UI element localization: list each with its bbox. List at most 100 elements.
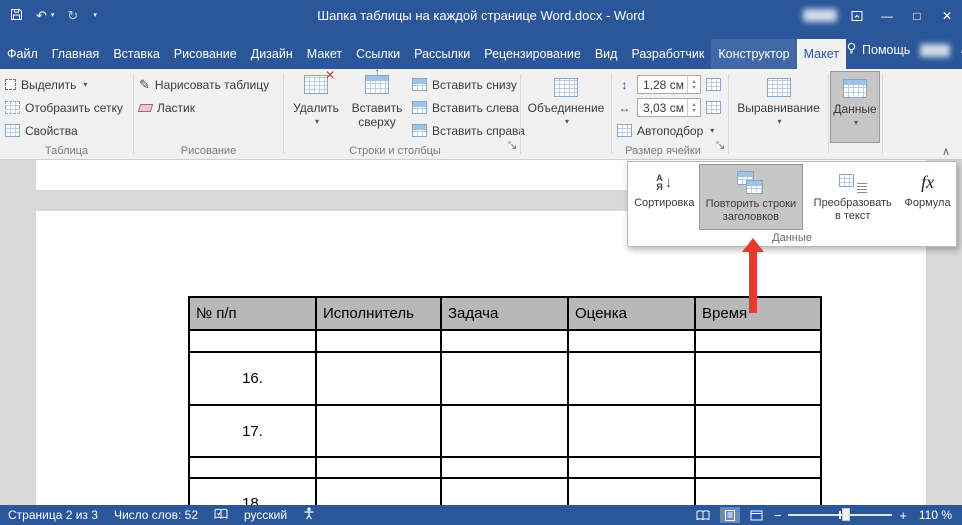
insert-above-button[interactable]: ↑ Вставить сверху: [346, 71, 408, 129]
view-gridlines-button[interactable]: Отобразить сетку: [5, 97, 123, 118]
table-row[interactable]: 18.: [189, 478, 821, 505]
table-cell[interactable]: [189, 330, 316, 352]
autofit-button[interactable]: Автоподбор ▾: [617, 120, 714, 141]
draw-table-button[interactable]: ✎ Нарисовать таблицу: [139, 74, 269, 95]
header-cell[interactable]: Исполнитель: [316, 297, 441, 330]
word-count[interactable]: Число слов: 52: [114, 508, 198, 522]
table-cell[interactable]: [316, 478, 441, 505]
row-number-cell[interactable]: 17.: [189, 405, 316, 457]
tab-layout[interactable]: Макет: [300, 39, 349, 69]
dialog-launcher-icon[interactable]: [508, 137, 517, 155]
document-table[interactable]: № п/п Исполнитель Задача Оценка Время 16…: [188, 296, 822, 505]
tab-home[interactable]: Главная: [45, 39, 107, 69]
header-cell[interactable]: Задача: [441, 297, 568, 330]
tab-draw[interactable]: Рисование: [167, 39, 244, 69]
redo-icon[interactable]: ↻: [67, 9, 78, 22]
table-cell[interactable]: [568, 405, 695, 457]
collapse-ribbon-icon[interactable]: ∧: [942, 145, 950, 158]
insert-left-button[interactable]: Вставить слева: [412, 97, 519, 118]
header-cell[interactable]: Время: [695, 297, 821, 330]
distribute-columns-icon[interactable]: [706, 101, 721, 114]
delete-button[interactable]: ✕ Удалить ▾: [288, 71, 344, 129]
close-button[interactable]: ✕: [932, 0, 962, 31]
table-cell[interactable]: [316, 405, 441, 457]
table-cell[interactable]: [441, 478, 568, 505]
merge-button[interactable]: Объединение ▾: [526, 71, 606, 129]
tab-references[interactable]: Ссылки: [349, 39, 407, 69]
header-cell[interactable]: Оценка: [568, 297, 695, 330]
tab-review[interactable]: Рецензирование: [477, 39, 588, 69]
sort-button[interactable]: АЯ ↓ Сортировка: [633, 164, 696, 230]
customize-qat-icon[interactable]: ▾: [93, 12, 97, 19]
print-layout-icon[interactable]: [720, 507, 740, 523]
read-mode-icon[interactable]: [693, 507, 713, 523]
table-cell[interactable]: [695, 478, 821, 505]
maximize-button[interactable]: □: [902, 0, 932, 31]
table-cell[interactable]: [695, 330, 821, 352]
table-row[interactable]: 17.: [189, 405, 821, 457]
repeat-header-rows-button[interactable]: Повторить строки заголовков: [699, 164, 804, 230]
table-row[interactable]: [189, 330, 821, 352]
table-cell[interactable]: [189, 457, 316, 478]
row-number-cell[interactable]: 18.: [189, 478, 316, 505]
help-button[interactable]: Помощь: [846, 42, 910, 58]
table-cell[interactable]: [695, 405, 821, 457]
tab-design[interactable]: Дизайн: [244, 39, 300, 69]
web-layout-icon[interactable]: [747, 507, 767, 523]
table-cell[interactable]: [568, 457, 695, 478]
minimize-button[interactable]: —: [872, 0, 902, 31]
zoom-level[interactable]: 110 %: [914, 508, 952, 522]
table-cell[interactable]: [695, 457, 821, 478]
tab-insert[interactable]: Вставка: [106, 39, 166, 69]
zoom-slider[interactable]: [788, 514, 892, 516]
table-cell[interactable]: [441, 352, 568, 405]
properties-button[interactable]: Свойства: [5, 120, 78, 141]
table-cell[interactable]: [441, 405, 568, 457]
column-width-input[interactable]: 3,03 см ▴▾: [637, 98, 701, 117]
spinner-arrows[interactable]: ▴▾: [687, 99, 700, 116]
data-button[interactable]: Данные ▾: [830, 71, 880, 143]
insert-below-button[interactable]: Вставить снизу: [412, 74, 517, 95]
table-cell[interactable]: [316, 352, 441, 405]
row-height-input[interactable]: 1,28 см ▴▾: [637, 75, 701, 94]
table-row[interactable]: [189, 457, 821, 478]
tab-file[interactable]: Файл: [0, 39, 45, 69]
row-height-control: ↕ 1,28 см ▴▾: [617, 74, 721, 95]
page-indicator[interactable]: Страница 2 из 3: [8, 508, 98, 522]
tab-view[interactable]: Вид: [588, 39, 625, 69]
dialog-launcher-icon[interactable]: [716, 137, 725, 155]
zoom-out-button[interactable]: −: [774, 508, 782, 523]
ribbon-display-options-icon[interactable]: [842, 0, 872, 31]
tab-table-design[interactable]: Конструктор: [711, 39, 796, 69]
eraser-button[interactable]: Ластик: [139, 97, 195, 118]
tab-mailings[interactable]: Рассылки: [407, 39, 477, 69]
select-button[interactable]: Выделить ▾: [5, 74, 87, 95]
table-cell[interactable]: [441, 457, 568, 478]
table-row[interactable]: 16.: [189, 352, 821, 405]
proofing-icon[interactable]: [214, 508, 228, 523]
table-header-row[interactable]: № п/п Исполнитель Задача Оценка Время: [189, 297, 821, 330]
row-number-cell[interactable]: 16.: [189, 352, 316, 405]
table-cell[interactable]: [568, 352, 695, 405]
header-cell[interactable]: № п/п: [189, 297, 316, 330]
zoom-in-button[interactable]: +: [899, 508, 907, 523]
formula-button[interactable]: fx Формула: [902, 164, 953, 230]
convert-to-text-button[interactable]: Преобразовать в текст: [806, 164, 899, 230]
undo-dropdown-icon[interactable]: ▾: [51, 12, 55, 19]
table-cell[interactable]: [695, 352, 821, 405]
table-cell[interactable]: [568, 330, 695, 352]
table-cell[interactable]: [568, 478, 695, 505]
tab-developer[interactable]: Разработчик: [624, 39, 711, 69]
table-cell[interactable]: [316, 330, 441, 352]
save-icon[interactable]: [10, 8, 23, 23]
tab-table-layout[interactable]: Макет: [797, 39, 846, 69]
table-cell[interactable]: [316, 457, 441, 478]
table-cell[interactable]: [441, 330, 568, 352]
undo-icon[interactable]: ↶: [36, 9, 47, 22]
accessibility-icon[interactable]: [303, 507, 315, 523]
zoom-slider-thumb[interactable]: [842, 508, 850, 521]
distribute-rows-icon[interactable]: [706, 78, 721, 91]
spinner-arrows[interactable]: ▴▾: [687, 76, 700, 93]
language-indicator[interactable]: русский: [244, 508, 287, 522]
alignment-button[interactable]: Выравнивание ▾: [734, 71, 823, 129]
